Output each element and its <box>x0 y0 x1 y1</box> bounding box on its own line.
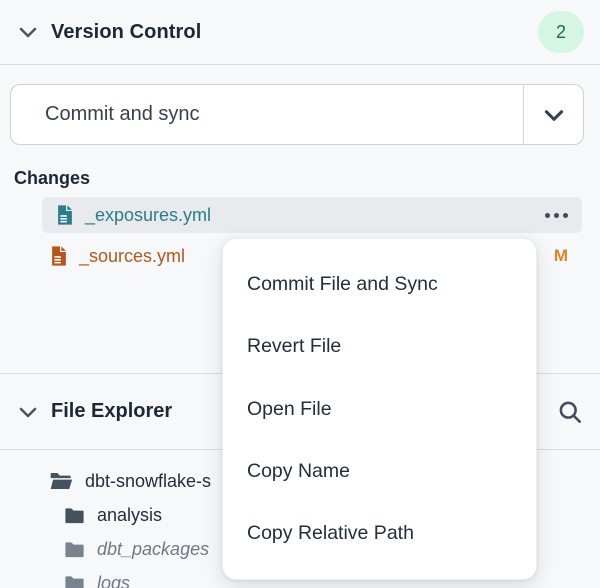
tree-item-label: logs <box>97 573 130 588</box>
folder-open-icon <box>48 468 74 494</box>
menu-item-revert-file[interactable]: Revert File <box>223 315 536 377</box>
changes-count-badge: 2 <box>538 11 584 53</box>
commit-action-dropdown[interactable]: Commit and sync <box>10 84 584 145</box>
chevron-down-icon[interactable] <box>16 20 40 44</box>
folder-icon <box>63 538 86 561</box>
file-context-menu: Commit File and Sync Revert File Open Fi… <box>222 238 537 580</box>
commit-action-selected: Commit and sync <box>11 85 523 144</box>
menu-item-commit-file-and-sync[interactable]: Commit File and Sync <box>223 253 536 315</box>
changes-section-label: Changes <box>14 168 90 189</box>
folder-icon <box>63 572 86 588</box>
folder-icon <box>63 504 86 527</box>
tree-item-label: dbt-snowflake-s <box>85 471 211 492</box>
menu-item-copy-relative-path[interactable]: Copy Relative Path <box>223 503 536 565</box>
changed-file-row-exposures[interactable]: _exposures.yml <box>42 197 582 233</box>
modified-status-badge: M <box>554 246 568 266</box>
more-horizontal-icon[interactable] <box>545 213 568 218</box>
file-explorer-title: File Explorer <box>51 400 172 423</box>
chevron-down-icon[interactable] <box>523 85 583 144</box>
file-document-icon <box>54 204 76 226</box>
version-control-header: Version Control 2 <box>0 0 600 65</box>
chevron-down-icon[interactable] <box>16 400 40 424</box>
search-icon[interactable] <box>556 398 584 426</box>
changed-file-name[interactable]: _sources.yml <box>79 246 185 267</box>
tree-item-label: analysis <box>97 505 162 526</box>
changed-file-name[interactable]: _exposures.yml <box>85 205 211 226</box>
file-document-icon <box>48 245 70 267</box>
version-control-title: Version Control <box>51 21 201 44</box>
tree-item-label: dbt_packages <box>97 539 209 560</box>
menu-item-copy-name[interactable]: Copy Name <box>223 440 536 502</box>
menu-item-open-file[interactable]: Open File <box>223 378 536 440</box>
